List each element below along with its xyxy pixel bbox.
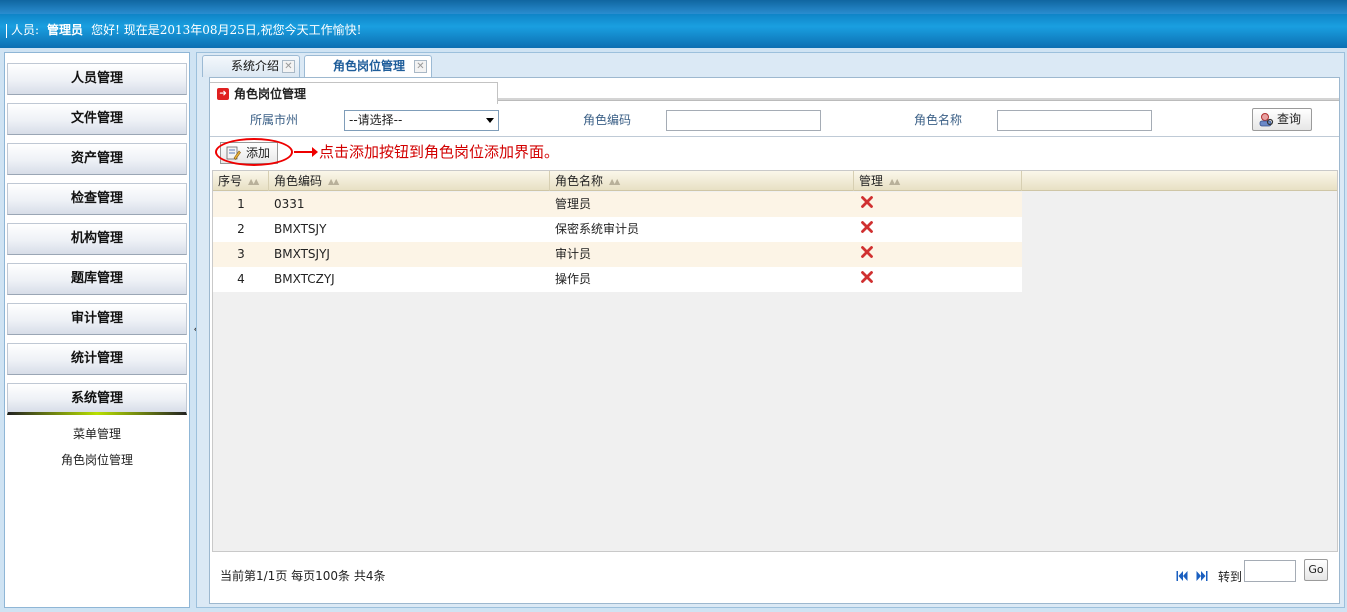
query-button[interactable]: 查询 — [1252, 108, 1312, 131]
column-header-manage[interactable]: 管理 ▲▲ — [854, 171, 1022, 191]
row-name: 审计员 — [555, 247, 592, 261]
sort-icon: ▲▲ — [609, 176, 620, 186]
tab-label: 系统介绍 — [231, 59, 280, 73]
column-header-name[interactable]: 角色名称 ▲▲ — [550, 171, 854, 191]
column-header-index[interactable]: 序号 ▲▲ — [213, 171, 269, 191]
first-page-icon[interactable] — [1176, 570, 1188, 582]
delete-icon[interactable] — [861, 271, 873, 283]
submenu-item-role-post[interactable]: 角色岗位管理 — [5, 451, 189, 468]
section-title-text: 角色岗位管理 — [234, 87, 307, 101]
nav-item-assets[interactable]: 资产管理 — [7, 143, 187, 175]
user-name: 管理员 — [47, 23, 84, 37]
row-index: 4 — [237, 272, 245, 286]
submenu-item-menu[interactable]: 菜单管理 — [5, 425, 189, 442]
greeting-text: 您好! 现在是2013年08月25日,祝您今天工作愉快! — [91, 23, 362, 37]
city-select[interactable]: --请选择-- — [344, 110, 499, 131]
user-label: 人员: — [11, 23, 40, 37]
filter-divider — [210, 136, 1339, 137]
data-grid: 序号 ▲▲ 角色编码 ▲▲ 角色名称 ▲▲ 管理 ▲▲ 1 0331 管理员 2 BMX… — [212, 170, 1338, 552]
add-label: 添加 — [246, 146, 271, 160]
edit-document-icon — [226, 146, 241, 160]
table-row[interactable]: 2 BMXTSJY 保密系统审计员 — [213, 217, 1022, 242]
annotation-text: 点击添加按钮到角色岗位添加界面。 — [319, 143, 560, 161]
content-area: ➜ 角色岗位管理 所属市州 --请选择-- 角色编码 角色名称 查询 添加 点击… — [209, 77, 1340, 604]
delete-icon[interactable] — [861, 196, 873, 208]
table-row[interactable]: 4 BMXTCZYJ 操作员 — [213, 267, 1022, 292]
role-code-input[interactable] — [666, 110, 821, 131]
table-row[interactable]: 3 BMXTSJYJ 审计员 — [213, 242, 1022, 267]
top-strip — [0, 0, 1347, 14]
role-name-input[interactable] — [997, 110, 1152, 131]
last-page-icon[interactable] — [1196, 570, 1208, 582]
annotation-arrow — [294, 147, 318, 157]
row-index: 3 — [237, 247, 245, 261]
nav-item-system[interactable]: 系统管理 — [7, 383, 187, 415]
tab-system-intro[interactable]: 系统介绍 ✕ — [202, 55, 300, 77]
greeting-line: 人员: 管理员 您好! 现在是2013年08月25日,祝您今天工作愉快! — [6, 20, 361, 40]
row-name: 操作员 — [555, 272, 592, 286]
nav-item-audit[interactable]: 审计管理 — [7, 303, 187, 335]
role-code-label: 角色编码 — [583, 113, 632, 127]
row-name: 保密系统审计员 — [555, 222, 640, 236]
sort-icon: ▲▲ — [889, 176, 900, 186]
tab-role-post[interactable]: 角色岗位管理 ✕ — [304, 55, 432, 78]
search-person-icon — [1259, 113, 1274, 127]
row-index: 1 — [237, 197, 245, 211]
row-code: 0331 — [274, 197, 305, 211]
add-button[interactable]: 添加 — [220, 142, 278, 164]
column-header-code[interactable]: 角色编码 ▲▲ — [269, 171, 550, 191]
delete-icon[interactable] — [861, 246, 873, 258]
go-button[interactable]: Go — [1304, 559, 1328, 581]
page-info: 当前第1/1页 每页100条 共4条 — [220, 569, 386, 583]
row-code: BMXTCZYJ — [274, 272, 335, 286]
greeting-divider — [6, 23, 7, 38]
section-title: ➜ 角色岗位管理 — [210, 82, 498, 104]
table-row[interactable]: 1 0331 管理员 — [213, 192, 1022, 217]
nav-item-inspection[interactable]: 检查管理 — [7, 183, 187, 215]
nav-item-files[interactable]: 文件管理 — [7, 103, 187, 135]
nav-item-question-bank[interactable]: 题库管理 — [7, 263, 187, 295]
top-bar: 人员: 管理员 您好! 现在是2013年08月25日,祝您今天工作愉快! — [0, 0, 1347, 48]
pagination-bar: 当前第1/1页 每页100条 共4条 转到 Go — [212, 552, 1338, 600]
close-icon[interactable]: ✕ — [414, 60, 427, 73]
nav-item-personnel[interactable]: 人员管理 — [7, 63, 187, 95]
close-icon[interactable]: ✕ — [282, 60, 295, 73]
delete-icon[interactable] — [861, 221, 873, 233]
row-code: BMXTSJYJ — [274, 247, 330, 261]
sort-icon: ▲▲ — [248, 176, 259, 186]
query-label: 查询 — [1277, 112, 1302, 126]
row-code: BMXTSJY — [274, 222, 327, 236]
main-panel: 系统介绍 ✕ 角色岗位管理 ✕ ➜ 角色岗位管理 所属市州 --请选择-- 角色… — [196, 52, 1345, 608]
chevron-down-icon — [486, 118, 494, 123]
left-nav-panel: 人员管理 文件管理 资产管理 检查管理 机构管理 题库管理 审计管理 统计管理 … — [4, 52, 190, 608]
goto-label: 转到 — [1218, 570, 1243, 584]
city-select-value: --请选择-- — [349, 113, 403, 127]
nav-item-organization[interactable]: 机构管理 — [7, 223, 187, 255]
grid-header: 序号 ▲▲ 角色编码 ▲▲ 角色名称 ▲▲ 管理 ▲▲ — [213, 171, 1337, 191]
row-index: 2 — [237, 222, 245, 236]
city-label: 所属市州 — [250, 113, 299, 127]
goto-page-input[interactable] — [1244, 560, 1296, 582]
nav-item-statistics[interactable]: 统计管理 — [7, 343, 187, 375]
role-name-label: 角色名称 — [914, 113, 963, 127]
tab-label: 角色岗位管理 — [333, 59, 406, 73]
row-name: 管理员 — [555, 197, 592, 211]
arrow-icon: ➜ — [217, 88, 229, 100]
sort-icon: ▲▲ — [328, 176, 339, 186]
section-title-rule — [498, 98, 1339, 101]
